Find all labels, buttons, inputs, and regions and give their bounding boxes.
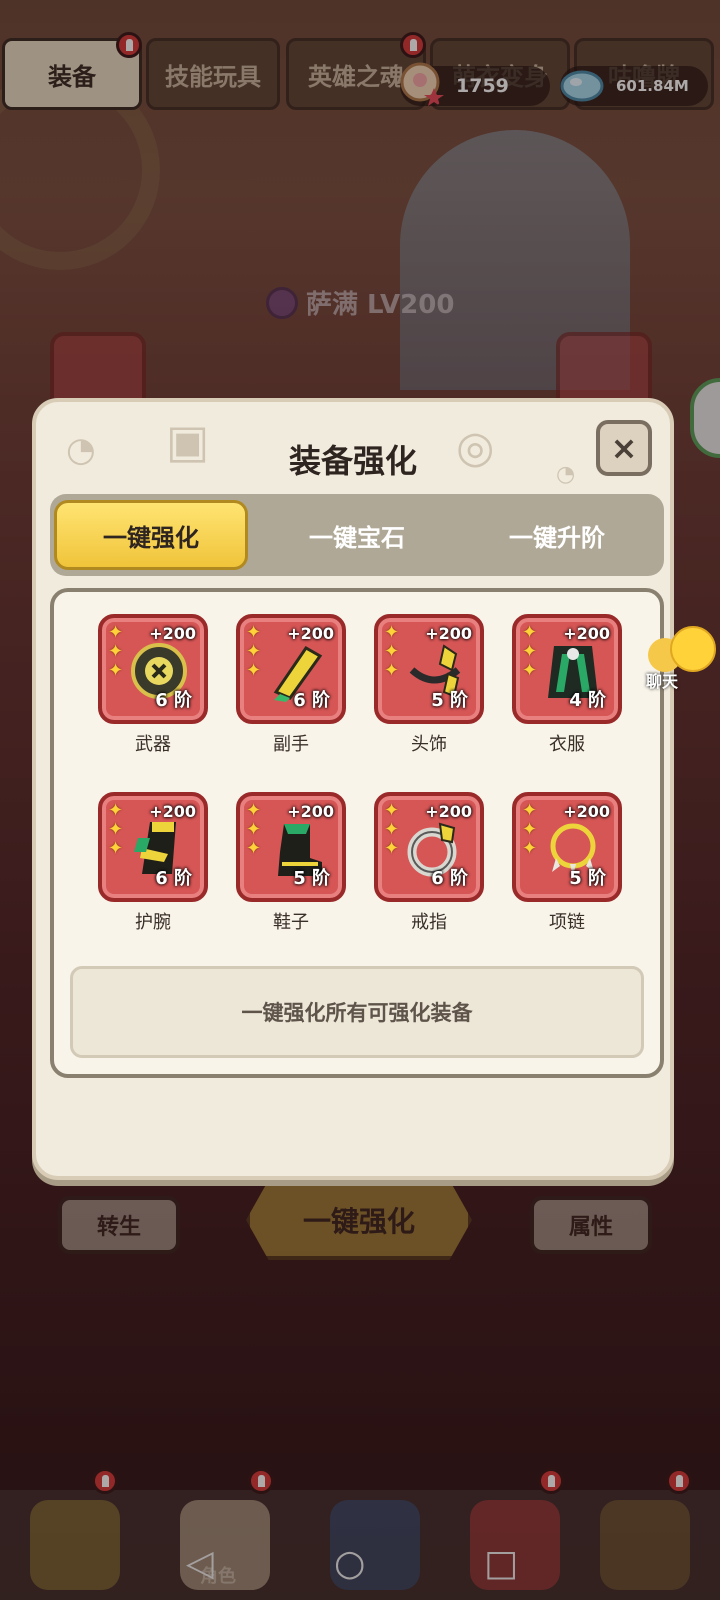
enhance-all-label: 一键强化所有可强化装备 [241, 1001, 473, 1025]
equipment-item-ring[interactable]: ✦ ✦ ✦ +200 6 阶 戒指 [374, 792, 484, 934]
equipment-item-weapon[interactable]: ✦ ✦ ✦ +200 6 阶 武器 [98, 614, 208, 756]
tab-label: 一键强化 [103, 523, 199, 552]
equipment-item-clothing[interactable]: ✦ ✦ ✦ +200 4 阶 衣服 [512, 614, 622, 756]
star-rating: ✦ ✦ ✦ [108, 802, 123, 858]
star-rating: ✦ ✦ ✦ [522, 802, 537, 858]
chat-face-icon [670, 626, 716, 672]
star-icon: ✦ [108, 838, 124, 859]
equipment-slot[interactable]: ✦ ✦ ✦ +200 5 阶 [512, 792, 622, 902]
equipment-slot[interactable]: ✦ ✦ ✦ +200 5 阶 [236, 792, 346, 902]
item-name: 衣服 [549, 734, 585, 755]
star-icon: ✦ [522, 641, 538, 662]
star-icon: ✦ [384, 800, 400, 821]
equipment-slot[interactable]: ✦ ✦ ✦ +200 6 阶 [236, 614, 346, 724]
item-grade: 4 阶 [569, 690, 606, 711]
star-icon: ✦ [384, 622, 400, 643]
equipment-slot[interactable]: ✦ ✦ ✦ +200 4 阶 [512, 614, 622, 724]
star-icon: ✦ [246, 800, 262, 821]
star-icon: ✦ [522, 622, 538, 643]
enhance-tab-bar: 一键强化 一键宝石 一键升阶 [50, 494, 664, 576]
item-name: 武器 [135, 734, 171, 755]
star-rating: ✦ ✦ ✦ [108, 624, 123, 680]
star-icon: ✦ [108, 641, 124, 662]
star-icon: ✦ [522, 819, 538, 840]
equipment-item-bracer[interactable]: ✦ ✦ ✦ +200 6 阶 护腕 [98, 792, 208, 934]
tab-label: 一键升阶 [509, 523, 605, 552]
star-icon: ✦ [246, 819, 262, 840]
item-grade: 5 阶 [293, 868, 330, 889]
star-icon: ✦ [108, 622, 124, 643]
enhance-level: +200 [425, 624, 472, 643]
item-name: 副手 [273, 734, 309, 755]
enhance-level: +200 [563, 624, 610, 643]
star-icon: ✦ [522, 660, 538, 681]
equipment-slot[interactable]: ✦ ✦ ✦ +200 5 阶 [374, 614, 484, 724]
close-icon: × [610, 429, 638, 467]
item-name: 护腕 [135, 912, 171, 933]
star-rating: ✦ ✦ ✦ [384, 624, 399, 680]
star-icon: ✦ [384, 641, 400, 662]
equipment-item-necklace[interactable]: ✦ ✦ ✦ +200 5 阶 项链 [512, 792, 622, 934]
item-name: 头饰 [411, 734, 447, 755]
enhance-level: +200 [425, 802, 472, 821]
star-icon: ✦ [246, 641, 262, 662]
item-grade: 5 阶 [431, 690, 468, 711]
star-rating: ✦ ✦ ✦ [522, 624, 537, 680]
star-icon: ✦ [384, 660, 400, 681]
equipment-item-offhand[interactable]: ✦ ✦ ✦ +200 6 阶 副手 [236, 614, 346, 756]
star-icon: ✦ [522, 838, 538, 859]
enhance-level: +200 [287, 624, 334, 643]
star-icon: ✦ [108, 819, 124, 840]
equipment-slot[interactable]: ✦ ✦ ✦ +200 6 阶 [98, 614, 208, 724]
tab-one-click-enhance[interactable]: 一键强化 [54, 500, 248, 570]
enhance-level: +200 [149, 624, 196, 643]
item-grade: 6 阶 [293, 690, 330, 711]
item-grade: 6 阶 [155, 868, 192, 889]
equipment-slot[interactable]: ✦ ✦ ✦ +200 6 阶 [374, 792, 484, 902]
chat-label: 聊天 [646, 672, 679, 691]
equipment-slot[interactable]: ✦ ✦ ✦ +200 6 阶 [98, 792, 208, 902]
tab-one-click-upgrade[interactable]: 一键升阶 [460, 500, 654, 570]
item-grade: 6 阶 [155, 690, 192, 711]
enhance-level: +200 [149, 802, 196, 821]
tab-label: 一键宝石 [309, 523, 405, 552]
equipment-item-shoes[interactable]: ✦ ✦ ✦ +200 5 阶 鞋子 [236, 792, 346, 934]
star-rating: ✦ ✦ ✦ [246, 624, 261, 680]
enhance-level: +200 [563, 802, 610, 821]
star-icon: ✦ [522, 800, 538, 821]
star-icon: ✦ [246, 838, 262, 859]
item-grade: 6 阶 [431, 868, 468, 889]
item-grade: 5 阶 [569, 868, 606, 889]
star-rating: ✦ ✦ ✦ [384, 802, 399, 858]
tab-one-click-gem[interactable]: 一键宝石 [260, 500, 454, 570]
item-name: 戒指 [411, 912, 447, 933]
star-icon: ✦ [246, 660, 262, 681]
enhance-modal: ◔ ▣ ◎ ◔ 装备强化 × 一键强化 一键宝石 一键升阶 ✦ ✦ ✦ +200 6… [32, 398, 674, 1180]
item-name: 项链 [549, 912, 585, 933]
item-name: 鞋子 [273, 912, 309, 933]
star-icon: ✦ [108, 800, 124, 821]
close-button[interactable]: × [596, 420, 652, 476]
star-icon: ✦ [384, 819, 400, 840]
enhance-all-button[interactable]: 一键强化所有可强化装备 [70, 966, 644, 1058]
enhance-level: +200 [287, 802, 334, 821]
equipment-panel: ✦ ✦ ✦ +200 6 阶 武器 ✦ ✦ ✦ +200 6 阶 副手 ✦ ✦ … [50, 588, 664, 1078]
star-icon: ✦ [246, 622, 262, 643]
modal-title: 装备强化 [288, 442, 417, 480]
star-icon: ✦ [384, 838, 400, 859]
chat-button[interactable]: 聊天 [640, 620, 720, 700]
equipment-item-headwear[interactable]: ✦ ✦ ✦ +200 5 阶 头饰 [374, 614, 484, 756]
star-rating: ✦ ✦ ✦ [246, 802, 261, 858]
star-icon: ✦ [108, 660, 124, 681]
